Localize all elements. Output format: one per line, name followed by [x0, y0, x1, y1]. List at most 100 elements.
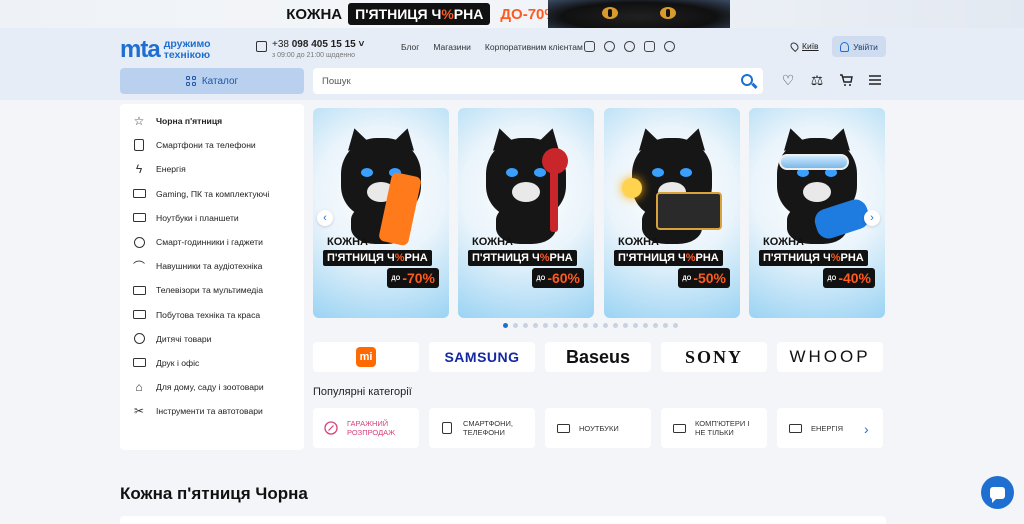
popular-category-computers[interactable]: КОМП'ЮТЕРИ І НЕ ТІЛЬКИ — [661, 408, 767, 448]
carousel-dot[interactable] — [583, 323, 588, 328]
sidebar-item-kids[interactable]: Дитячі товари — [120, 327, 304, 351]
header: mta дружимо технікою +38 098 405 15 15 ˅ … — [0, 28, 1024, 100]
threads-icon[interactable] — [624, 41, 635, 52]
instagram-icon[interactable] — [584, 41, 595, 52]
carousel-dot[interactable] — [643, 323, 648, 328]
popular-next-button[interactable]: › — [864, 421, 869, 437]
carousel-dot[interactable] — [553, 323, 558, 328]
chevron-right-icon: › — [864, 421, 869, 437]
social-links — [584, 41, 675, 52]
search-bar — [313, 68, 763, 94]
carousel-dot[interactable] — [503, 323, 508, 328]
logo-mark: mta — [120, 36, 161, 63]
carousel-slide[interactable]: КОЖНА П'ЯТНИЦЯ Ч%РНА ДО -70% — [313, 108, 449, 318]
promo-banner[interactable]: КОЖНА П'ЯТНИЦЯ Ч%РНА ДО-70% — [0, 0, 1024, 28]
carousel-dot[interactable] — [543, 323, 548, 328]
carousel-dot[interactable] — [623, 323, 628, 328]
carousel-dot[interactable] — [663, 323, 668, 328]
brand-xiaomi[interactable]: mi — [313, 342, 419, 372]
whoop-logo: WHOOP — [789, 347, 871, 366]
slide-caption: КОЖНА П'ЯТНИЦЯ Ч%РНА — [614, 236, 723, 266]
city-label: Київ — [802, 41, 819, 51]
sidebar-item-label: Телевізори та мультимедіа — [156, 285, 263, 296]
tiktok-icon[interactable] — [664, 41, 675, 52]
pc-icon — [132, 187, 146, 201]
sidebar-item-laptops[interactable]: Ноутбуки і планшети — [120, 206, 304, 230]
slide-caption: КОЖНА П'ЯТНИЦЯ Ч%РНА — [759, 236, 868, 266]
search-icon[interactable] — [741, 74, 753, 86]
printer-icon — [132, 356, 146, 370]
sidebar-item-smartphones[interactable]: Смартфони та телефони — [120, 133, 304, 157]
search-input[interactable] — [322, 75, 722, 87]
section-content-start — [120, 516, 886, 524]
carousel-dot[interactable] — [613, 323, 618, 328]
carousel-dot[interactable] — [593, 323, 598, 328]
carousel-slide[interactable]: КОЖНА П'ЯТНИЦЯ Ч%РНА ДО -60% — [458, 108, 594, 318]
catalog-label: Каталог — [201, 75, 239, 87]
user-icon — [840, 41, 850, 52]
samsung-logo: SAMSUNG — [444, 349, 520, 365]
popular-category-smartphones[interactable]: СМАРТФОНИ, ТЕЛЕФОНИ — [429, 408, 535, 448]
phone-icon — [256, 41, 267, 52]
nav-link-blog[interactable]: Блог — [401, 42, 419, 52]
phone-hours: з 09:00 до 21:00 щоденно — [272, 52, 356, 59]
brand-strip: mi SAMSUNG Baseus SONY WHOOP — [313, 342, 883, 372]
popular-category-garage-sale[interactable]: ГАРАЖНИЙ РОЗПРОДАЖ — [313, 408, 419, 448]
carousel-dot[interactable] — [653, 323, 658, 328]
heart-icon[interactable]: ♡ — [781, 73, 795, 87]
phone-block[interactable]: +38 098 405 15 15 ˅ з 09:00 до 21:00 щод… — [256, 39, 364, 59]
carousel-prev-button[interactable]: ‹ — [317, 210, 333, 226]
menu-icon[interactable] — [868, 73, 882, 87]
carousel-dot[interactable] — [533, 323, 538, 328]
catalog-button[interactable]: Каталог — [120, 68, 304, 94]
sidebar-item-label: Інструменти та автотовари — [156, 406, 263, 417]
popular-category-laptops[interactable]: НОУТБУКИ — [545, 408, 651, 448]
carousel-dot[interactable] — [603, 323, 608, 328]
sidebar-item-label: Ноутбуки і планшети — [156, 212, 239, 223]
carousel-dot[interactable] — [513, 323, 518, 328]
sidebar-item-tools[interactable]: ✂ Інструменти та автотовари — [120, 399, 304, 423]
telegram-icon[interactable] — [604, 41, 615, 52]
nav-link-stores[interactable]: Магазини — [433, 42, 471, 52]
slide-discount: ДО -60% — [532, 268, 584, 288]
city-selector[interactable]: Київ — [788, 40, 819, 52]
sidebar-item-gaming[interactable]: Gaming, ПК та комплектуючі — [120, 182, 304, 206]
carousel-dot[interactable] — [563, 323, 568, 328]
chat-button[interactable] — [981, 476, 1014, 509]
smartphone-icon — [132, 138, 146, 152]
carousel-dots — [503, 323, 678, 328]
sidebar-item-smartwatches[interactable]: Смарт-годинники і гаджети — [120, 230, 304, 254]
logo[interactable]: mta дружимо технікою — [120, 36, 211, 64]
tools-icon: ✂ — [133, 404, 145, 419]
slide-discount: ДО -70% — [387, 268, 439, 288]
carousel-dot[interactable] — [523, 323, 528, 328]
popular-category-label: КОМП'ЮТЕРИ І НЕ ТІЛЬКИ — [695, 419, 750, 437]
brand-samsung[interactable]: SAMSUNG — [429, 342, 535, 372]
carousel-dot[interactable] — [673, 323, 678, 328]
cart-icon[interactable] — [839, 73, 853, 87]
phone-number[interactable]: +38 098 405 15 15 ˅ — [272, 39, 364, 50]
sidebar-item-print-office[interactable]: Друк і офіс — [120, 351, 304, 375]
sidebar-item-home-garden[interactable]: ⌂ Для дому, саду і зоотовари — [120, 375, 304, 399]
nav-link-corporate[interactable]: Корпоративним клієнтам — [485, 42, 583, 52]
login-button[interactable]: Увійти — [832, 36, 886, 57]
carousel-slide[interactable]: КОЖНА П'ЯТНИЦЯ Ч%РНА ДО -50% — [604, 108, 740, 318]
header-icons: ♡ ⚖ — [781, 73, 882, 87]
brand-whoop[interactable]: WHOOP — [777, 342, 883, 372]
carousel-next-button[interactable]: › — [864, 210, 880, 226]
youtube-icon[interactable] — [644, 41, 655, 52]
compare-icon[interactable]: ⚖ — [810, 73, 824, 87]
brand-baseus[interactable]: Baseus — [545, 342, 651, 372]
promo-text-b: П'ЯТНИЦЯ Ч%РНА — [348, 3, 491, 25]
sidebar-item-black-friday[interactable]: ☆ Чорна п'ятниця — [120, 109, 304, 133]
sidebar-item-appliances[interactable]: Побутова техніка та краса — [120, 303, 304, 327]
lightning-icon: ϟ — [135, 162, 143, 177]
promo-cat-image — [548, 0, 730, 28]
carousel-dot[interactable] — [633, 323, 638, 328]
sidebar-item-headphones[interactable]: ⌒ Навушники та аудіотехніка — [120, 254, 304, 278]
chevron-down-icon[interactable]: ˅ — [358, 39, 364, 50]
sidebar-item-energy[interactable]: ϟ Енергія — [120, 157, 304, 181]
carousel-dot[interactable] — [573, 323, 578, 328]
sidebar-item-tv[interactable]: Телевізори та мультимедіа — [120, 278, 304, 302]
brand-sony[interactable]: SONY — [661, 342, 767, 372]
